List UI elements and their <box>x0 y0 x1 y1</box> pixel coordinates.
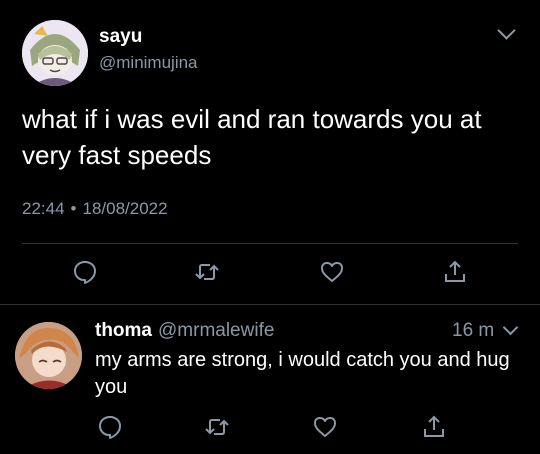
retweet-icon <box>205 419 229 435</box>
reply-text: my arms are strong, i would catch you an… <box>95 349 510 398</box>
share-button[interactable] <box>441 258 469 286</box>
speech-bubble-icon <box>74 261 96 284</box>
retweet-button[interactable] <box>203 413 231 441</box>
tweet-time[interactable]: 22:44 <box>22 199 65 218</box>
reply-handle[interactable]: @mrmalewife <box>158 320 274 341</box>
speech-bubble-icon <box>99 416 121 439</box>
tweet-divider <box>0 304 540 305</box>
author-handle[interactable]: @minimujina <box>99 53 198 73</box>
chevron-down-icon[interactable] <box>502 319 519 336</box>
share-icon <box>424 415 444 437</box>
reply-button[interactable] <box>96 413 124 441</box>
avatar-image <box>15 322 82 389</box>
chevron-down-icon[interactable] <box>497 21 516 40</box>
reply-header: thoma @mrmalewife <box>95 320 274 342</box>
share-icon <box>445 260 465 282</box>
author-display-name[interactable]: sayu <box>99 26 142 48</box>
heart-icon <box>314 417 336 437</box>
retweet-button[interactable] <box>193 258 221 286</box>
heart-icon <box>321 262 343 282</box>
reply-button[interactable] <box>71 258 99 286</box>
share-button[interactable] <box>420 413 448 441</box>
avatar[interactable] <box>22 20 88 86</box>
avatar[interactable] <box>15 322 82 389</box>
retweet-icon <box>195 264 219 280</box>
reply-display-name[interactable]: thoma <box>95 320 152 341</box>
tweet-date[interactable]: 18/08/2022 <box>83 199 168 218</box>
tweet-text: what if i was evil and ran towards you a… <box>22 104 482 170</box>
avatar-image <box>22 20 88 86</box>
meta-separator: • <box>70 199 77 218</box>
tweet-timestamp: 22:44 • 18/08/2022 <box>22 199 168 219</box>
reply-time: 16 m <box>452 320 495 341</box>
main-tweet: sayu @minimujina what if i was evil and … <box>0 0 540 305</box>
like-button[interactable] <box>318 258 346 286</box>
divider <box>22 243 518 244</box>
like-button[interactable] <box>311 413 339 441</box>
